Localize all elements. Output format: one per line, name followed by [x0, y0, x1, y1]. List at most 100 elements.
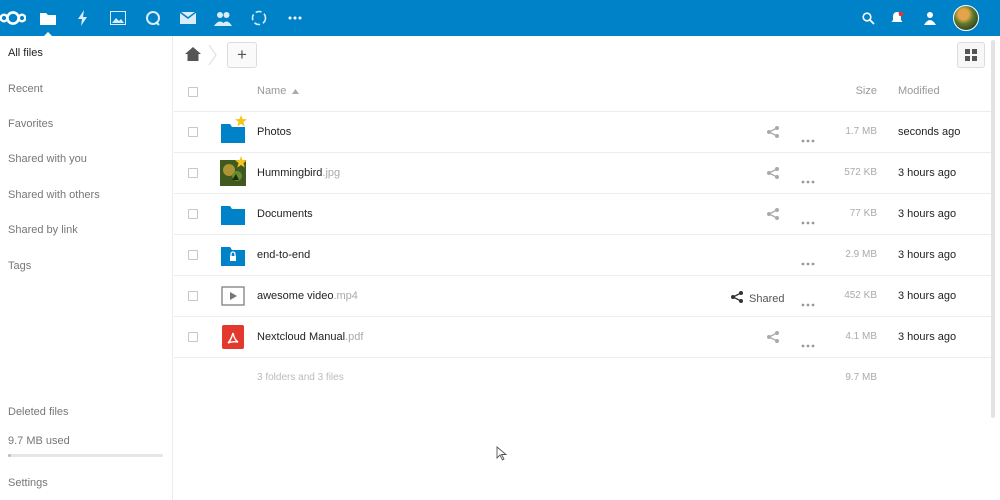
more-actions-icon[interactable]: [801, 130, 815, 143]
contacts-icon[interactable]: [211, 6, 235, 30]
row-checkbox[interactable]: [188, 250, 198, 260]
contacts-menu-icon[interactable]: [918, 6, 942, 30]
pdf-icon[interactable]: [220, 324, 246, 350]
file-name[interactable]: Photos: [257, 126, 291, 138]
file-modified: 3 hours ago: [898, 167, 957, 179]
sidebar-item-shared-with-others[interactable]: Shared with others: [8, 189, 100, 201]
sidebar-item-favorites[interactable]: Favorites: [8, 118, 53, 130]
row-checkbox[interactable]: [188, 291, 198, 301]
column-size-header[interactable]: Size: [856, 85, 877, 97]
file-size: 2.9 MB: [845, 249, 877, 260]
sidebar-item-tags[interactable]: Tags: [8, 260, 31, 272]
table-row[interactable]: end-to-end 2.9 MB 3 hours ago: [174, 235, 994, 276]
file-size: 4.1 MB: [845, 331, 877, 342]
file-basename: Documents: [257, 208, 313, 220]
file-name[interactable]: end-to-end: [257, 249, 310, 261]
quota-bar: [8, 454, 163, 457]
sidebar-item-shared-with-you[interactable]: Shared with you: [8, 153, 87, 165]
share-icon: [730, 290, 744, 307]
video-icon[interactable]: [220, 283, 246, 309]
column-name-header[interactable]: Name: [257, 85, 300, 97]
grid-view-toggle[interactable]: [957, 42, 985, 68]
row-checkbox[interactable]: [188, 332, 198, 342]
summary-row: 3 folders and 3 files 9.7 MB: [174, 358, 994, 398]
file-basename: Photos: [257, 126, 292, 138]
avatar[interactable]: [953, 5, 979, 31]
quota-text: 9.7 MB used: [8, 435, 70, 447]
table-row[interactable]: Hummingbird.jpg 572 KB 3 hours ago: [174, 153, 994, 194]
breadcrumb: +: [174, 36, 1000, 76]
quota-bar-fill: [8, 454, 12, 457]
more-actions-icon[interactable]: [801, 253, 815, 266]
summary-text: 3 folders and 3 files: [257, 372, 344, 383]
shared-status[interactable]: Shared: [730, 290, 784, 307]
mouse-cursor-icon: [496, 446, 508, 461]
home-icon[interactable]: [184, 45, 202, 63]
activity-icon[interactable]: [71, 6, 95, 30]
share-icon[interactable]: [766, 330, 780, 344]
sidebar: All files Recent Favorites Shared with y…: [0, 36, 173, 500]
more-actions-icon[interactable]: [801, 171, 815, 184]
file-size: 1.7 MB: [845, 126, 877, 137]
file-extension: .mp4: [333, 290, 358, 302]
file-basename: end-to-end: [257, 249, 311, 261]
new-file-button[interactable]: +: [227, 42, 257, 68]
summary-size: 9.7 MB: [845, 372, 877, 383]
file-name[interactable]: Nextcloud Manual.pdf: [257, 331, 363, 343]
file-name[interactable]: Hummingbird.jpg: [257, 167, 340, 179]
sidebar-item-all-files[interactable]: All files: [8, 47, 43, 59]
shared-label: Shared: [749, 292, 785, 305]
encrypted-folder-icon[interactable]: [220, 242, 246, 268]
folder-icon[interactable]: [220, 201, 246, 227]
select-all-checkbox[interactable]: [188, 87, 198, 97]
row-checkbox[interactable]: [188, 168, 198, 178]
share-icon[interactable]: [766, 207, 780, 221]
chevron-right-icon: [208, 44, 217, 66]
file-extension: .jpg: [322, 167, 341, 179]
file-name[interactable]: awesome video.mp4: [257, 290, 358, 302]
folder-icon[interactable]: [220, 115, 247, 145]
table-header: Name Size Modified: [174, 72, 994, 112]
circles-icon[interactable]: [247, 6, 271, 30]
file-size: 572 KB: [844, 167, 877, 178]
talk-icon[interactable]: [141, 6, 165, 30]
file-size: 77 KB: [849, 208, 877, 219]
row-checkbox[interactable]: [188, 127, 198, 137]
mail-icon[interactable]: [176, 6, 200, 30]
more-apps-icon[interactable]: [283, 6, 307, 30]
share-icon[interactable]: [766, 166, 780, 180]
share-icon[interactable]: [766, 125, 780, 139]
more-actions-icon[interactable]: [801, 212, 815, 225]
files-icon[interactable]: [36, 6, 60, 36]
file-modified: seconds ago: [898, 126, 961, 138]
more-actions-icon[interactable]: [801, 294, 815, 307]
notifications-icon[interactable]: [885, 6, 909, 30]
image-thumbnail[interactable]: [220, 156, 247, 186]
nextcloud-logo-icon[interactable]: [0, 8, 26, 28]
file-basename: Nextcloud Manual: [257, 331, 346, 343]
file-name[interactable]: Documents: [257, 208, 313, 220]
file-extension: .pdf: [345, 331, 364, 343]
column-name-label: Name: [257, 85, 287, 97]
table-row[interactable]: Documents 77 KB 3 hours ago: [174, 194, 994, 235]
sidebar-item-settings[interactable]: Settings: [8, 477, 48, 489]
table-row[interactable]: Nextcloud Manual.pdf 4.1 MB 3 hours ago: [174, 317, 994, 358]
row-checkbox[interactable]: [188, 209, 198, 219]
more-actions-icon[interactable]: [801, 335, 815, 348]
file-basename: Hummingbird: [257, 167, 323, 179]
column-modified-header[interactable]: Modified: [898, 85, 940, 97]
scrollbar[interactable]: [991, 40, 995, 418]
gallery-icon[interactable]: [106, 6, 130, 30]
grid-view-icon: [965, 49, 977, 61]
table-row[interactable]: Photos 1.7 MB seconds ago: [174, 112, 994, 153]
file-modified: 3 hours ago: [898, 290, 957, 302]
sidebar-item-deleted-files[interactable]: Deleted files: [8, 406, 69, 418]
top-header: [0, 0, 1000, 36]
file-modified: 3 hours ago: [898, 331, 957, 343]
sidebar-item-shared-by-link[interactable]: Shared by link: [8, 224, 78, 236]
sidebar-item-recent[interactable]: Recent: [8, 83, 43, 95]
file-size: 452 KB: [844, 290, 877, 301]
search-icon[interactable]: [856, 6, 880, 30]
file-modified: 3 hours ago: [898, 249, 957, 261]
table-row[interactable]: awesome video.mp4 Shared 452 KB 3 hours ago: [174, 276, 994, 317]
